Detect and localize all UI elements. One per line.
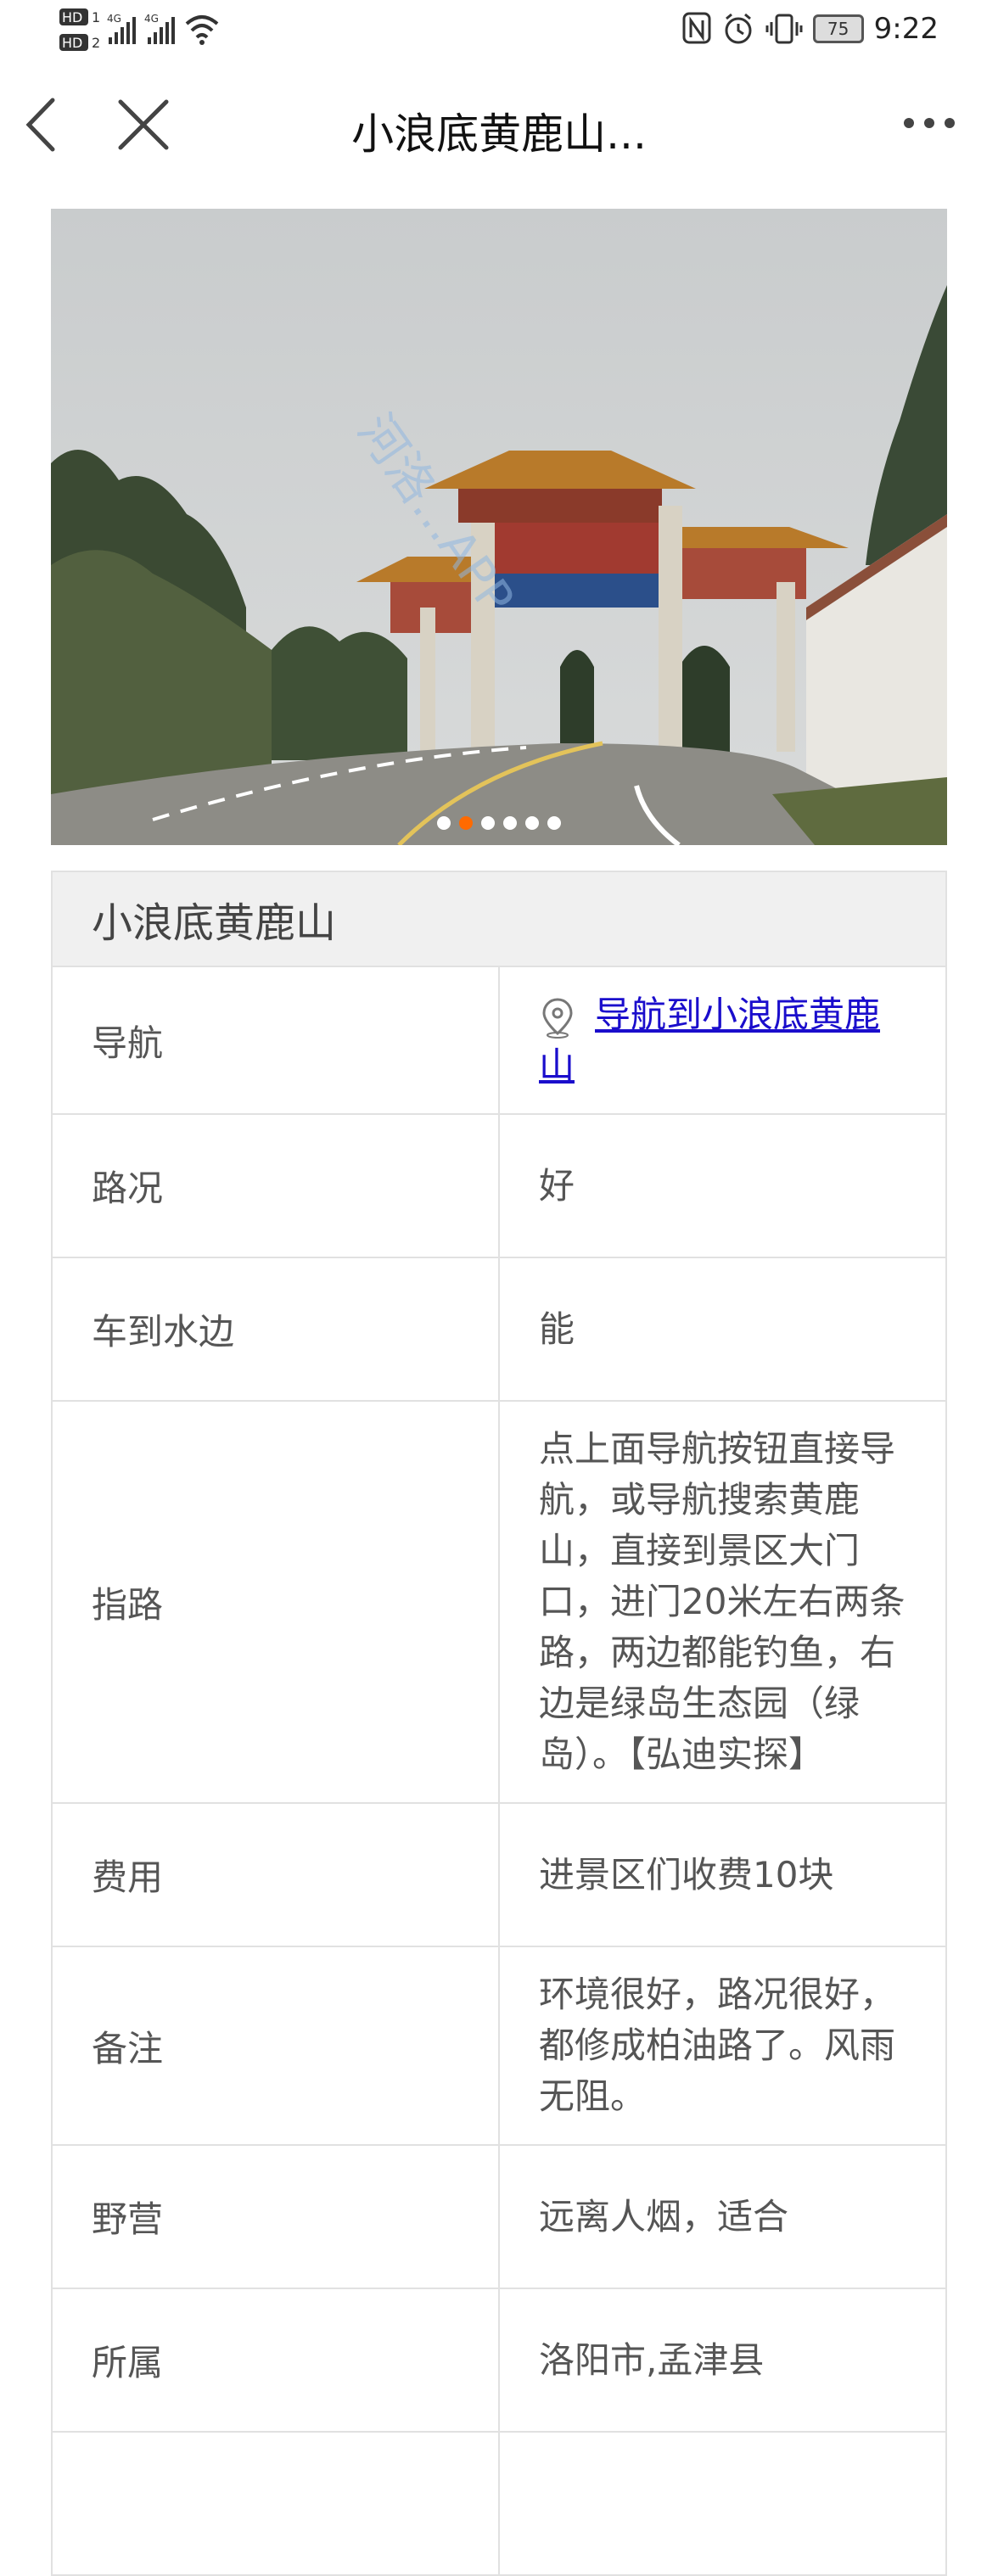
row-label: 指路 — [51, 1400, 500, 1804]
carousel-dots[interactable] — [51, 816, 947, 830]
table-row: 备注 环境很好，路况很好，都修成柏油路了。风雨无阻。 — [51, 1946, 947, 2146]
status-right: 75 9:22 — [682, 12, 939, 46]
row-label: 备注 — [51, 1946, 500, 2146]
navigation-cell[interactable]: 导航到小浪底黄鹿山 — [498, 966, 947, 1115]
battery-indicator: 75 — [812, 14, 864, 43]
row-label: 车到水边 — [51, 1257, 500, 1402]
status-bar: HD 1 HD 2 4G 4G 75 9:22 — [0, 0, 998, 61]
table-row-navigation: 导航 导航到小浪底黄鹿山 — [51, 966, 947, 1115]
row-value: 环境很好，路况很好，都修成柏油路了。风雨无阻。 — [498, 1946, 947, 2146]
table-row: 指路 点上面导航按钮直接导航，或导航搜索黄鹿山，直接到景区大门口，进门20米左右… — [51, 1400, 947, 1804]
signal-wifi-icon: HD 1 HD 2 4G 4G — [59, 8, 219, 51]
back-chevron-icon[interactable] — [20, 95, 71, 154]
carousel-dot[interactable] — [481, 816, 495, 830]
row-value: 点上面导航按钮直接导航，或导航搜索黄鹿山，直接到景区大门口，进门20米左右两条路… — [498, 1400, 947, 1804]
row-label: 路况 — [51, 1113, 500, 1258]
nfc-icon — [682, 12, 711, 44]
svg-text:2: 2 — [92, 35, 100, 51]
scenic-gate-photo: 河洛...APP — [51, 209, 947, 845]
nav-bar: 小浪底黄鹿山... — [0, 61, 998, 188]
more-options-icon[interactable] — [901, 110, 957, 136]
carousel-dot[interactable] — [525, 816, 539, 830]
row-value: 远离人烟，适合 — [498, 2144, 947, 2289]
navigate-link[interactable]: 导航到小浪底黄鹿山 — [539, 994, 880, 1086]
photo-carousel[interactable]: 河洛...APP — [51, 209, 947, 845]
table-row: 路况 好 — [51, 1113, 947, 1258]
carousel-dot[interactable] — [503, 816, 517, 830]
status-time: 9:22 — [873, 12, 939, 46]
spot-info-table: 小浪底黄鹿山 导航 导航到小浪底黄鹿山 路况 好 车到水边 能 指路 点上面导航… — [51, 871, 947, 2576]
svg-text:4G: 4G — [107, 13, 121, 25]
row-value: 进景区们收费10块 — [498, 1802, 947, 1947]
svg-text:HD: HD — [62, 9, 82, 25]
carousel-dot-active[interactable] — [459, 816, 473, 830]
row-value: 洛阳市,孟津县 — [498, 2288, 947, 2433]
row-label: 所属 — [51, 2288, 500, 2433]
carousel-dot[interactable] — [437, 816, 451, 830]
row-value: 好 — [498, 1113, 947, 1258]
table-row: 所属 洛阳市,孟津县 — [51, 2288, 947, 2433]
alarm-icon — [725, 13, 752, 44]
table-row: 野营 远离人烟，适合 — [51, 2144, 947, 2289]
svg-text:1: 1 — [92, 9, 100, 25]
carousel-dot[interactable] — [547, 816, 561, 830]
close-icon[interactable] — [115, 97, 171, 153]
svg-text:HD: HD — [62, 35, 82, 51]
status-left: HD 1 HD 2 4G 4G — [59, 5, 255, 56]
page-title: 小浪底黄鹿山... — [351, 109, 647, 159]
table-row: 车到水边 能 — [51, 1257, 947, 1402]
svg-text:4G: 4G — [144, 13, 159, 25]
location-pin-icon[interactable] — [539, 996, 576, 1039]
table-row-partial — [51, 2431, 947, 2576]
vibrate-icon — [765, 14, 803, 44]
spot-title: 小浪底黄鹿山 — [51, 871, 947, 967]
row-label: 费用 — [51, 1802, 500, 1947]
row-value: 能 — [498, 1257, 947, 1402]
row-label: 导航 — [51, 966, 500, 1115]
table-row: 费用 进景区们收费10块 — [51, 1802, 947, 1947]
row-label: 野营 — [51, 2144, 500, 2289]
